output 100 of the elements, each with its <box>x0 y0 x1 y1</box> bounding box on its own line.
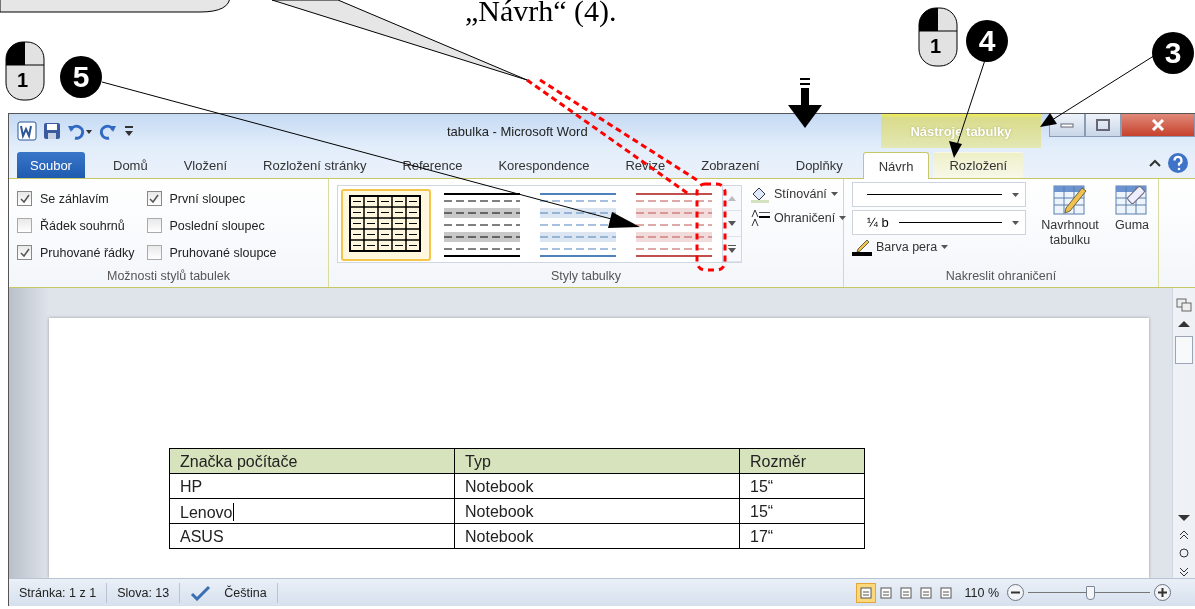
dropdown-arrow-icon[interactable] <box>941 245 949 249</box>
dropdown-arrow-icon[interactable] <box>839 216 847 220</box>
ribbon-tab[interactable]: Zobrazení <box>685 152 776 178</box>
checkbox[interactable]: Řádek souhrnů <box>17 212 135 239</box>
ribbon-tab[interactable]: Korespondence <box>482 152 606 178</box>
file-tab[interactable]: Soubor <box>17 152 85 178</box>
scroll-down-icon[interactable] <box>1178 514 1190 522</box>
ribbon-tab[interactable]: Vložení <box>167 152 244 178</box>
undo-icon[interactable] <box>67 122 93 140</box>
table-cell: Lenovo <box>169 498 455 524</box>
word-count: Slova: 13 <box>107 582 181 603</box>
down-arrow <box>788 78 822 128</box>
table-cell: Notebook <box>454 473 740 499</box>
step-number: 4 <box>966 20 1008 62</box>
proofing-icon[interactable] <box>190 584 213 601</box>
line-weight-dropdown[interactable]: ¼ b <box>852 210 1026 235</box>
ribbon-tab[interactable]: Návrh <box>862 152 930 179</box>
shading-button[interactable]: Stínování <box>750 185 847 203</box>
checkbox[interactable]: Pruhované sloupce <box>146 239 277 266</box>
page-view-icon <box>920 586 933 599</box>
ribbon-tab[interactable]: Rozložení stránky <box>247 152 383 178</box>
next-page-icon[interactable] <box>1179 566 1189 578</box>
table-cell: 17“ <box>739 523 865 549</box>
up-arrow-icon <box>728 195 736 201</box>
scrollbar-thumb[interactable] <box>1175 336 1193 364</box>
borders-button[interactable]: Ohraničení <box>750 209 847 227</box>
dropdown-arrow-icon[interactable] <box>1012 192 1019 197</box>
header-cell: Rozměr <box>739 448 865 474</box>
save-icon[interactable] <box>43 122 61 140</box>
word-logo-icon[interactable] <box>17 121 37 141</box>
table-pencil-icon <box>1052 182 1088 216</box>
scroll-down-button[interactable] <box>723 211 741 237</box>
view-button[interactable] <box>856 582 877 603</box>
maximize-icon <box>1096 119 1110 131</box>
contextual-tab-group: Nástroje tabulky <box>881 114 1041 148</box>
ribbon-tab[interactable]: Domů <box>97 152 164 178</box>
step-number: 3 <box>1152 32 1194 74</box>
mouse-icon <box>5 41 45 101</box>
group-label: Nakreslit ohraničení <box>945 269 1057 285</box>
page-view-icon <box>880 586 893 599</box>
ribbon-tab[interactable]: Doplňky <box>779 152 859 178</box>
collapse-ribbon-icon[interactable] <box>1149 158 1161 168</box>
close-icon <box>1151 119 1165 131</box>
page-view-icon <box>900 586 913 599</box>
page-view-icon <box>860 586 873 599</box>
table-cell: Notebook <box>454 498 740 524</box>
pen-icon <box>852 238 872 256</box>
help-icon[interactable] <box>1167 152 1189 174</box>
table-style-option[interactable] <box>341 189 431 261</box>
table-cell: HP <box>169 473 455 499</box>
pen-color-button[interactable]: Barva pera <box>852 238 1026 256</box>
mouse-icon <box>918 7 958 67</box>
text-cursor <box>232 502 234 521</box>
group-label: Styly tabulky <box>550 269 622 285</box>
zoom-in-button[interactable] <box>1154 584 1171 601</box>
table-cell: Notebook <box>454 523 740 549</box>
paint-bucket-icon <box>750 185 770 203</box>
header-cell: Značka počítače <box>169 448 455 474</box>
maximize-button[interactable] <box>1085 114 1121 137</box>
draw-table-button[interactable]: Navrhnout tabulku <box>1034 182 1106 269</box>
minimize-icon <box>1060 122 1074 128</box>
redo-icon[interactable] <box>99 122 117 140</box>
browse-object-icon[interactable] <box>1179 548 1189 558</box>
checkmark-icon <box>19 193 30 204</box>
more-arrow-icon <box>728 244 736 253</box>
previous-page-icon[interactable] <box>1179 530 1189 540</box>
language-label[interactable]: Čeština <box>224 585 267 600</box>
checkmark-icon <box>19 247 30 258</box>
scroll-up-icon[interactable] <box>1178 320 1190 328</box>
zoom-out-button[interactable] <box>1007 584 1024 601</box>
minimize-button[interactable] <box>1049 114 1085 137</box>
scroll-up-button[interactable] <box>723 186 741 212</box>
close-button[interactable] <box>1121 114 1195 137</box>
mouse-button-number: 1 <box>17 69 29 91</box>
checkbox[interactable]: První sloupec <box>146 185 277 212</box>
dropdown-arrow-icon[interactable] <box>830 192 838 196</box>
table-cell: 15“ <box>739 498 865 524</box>
dropdown-arrow-icon[interactable] <box>1012 220 1019 225</box>
window-title: tabulka - Microsoft Word <box>446 123 589 139</box>
zoom-level[interactable]: 110 % <box>956 585 1007 600</box>
line-style-dropdown[interactable] <box>852 182 1026 207</box>
checkbox[interactable]: Se záhlavím <box>17 185 135 212</box>
ribbon-tab[interactable]: Rozložení <box>933 152 1024 178</box>
checkbox[interactable]: Pruhované řádky <box>17 239 135 266</box>
table-cell: 15“ <box>739 473 865 499</box>
eraser-button[interactable]: Guma <box>1114 182 1150 269</box>
step-number: 5 <box>60 56 102 98</box>
mouse-button-number: 1 <box>930 35 942 57</box>
header-cell: Typ <box>454 448 740 474</box>
page-count: Stránka: 1 z 1 <box>9 582 108 603</box>
group-label: Možnosti stylů tabulek <box>107 269 230 285</box>
checkbox[interactable]: Poslední sloupec <box>146 212 277 239</box>
borders-icon <box>750 209 770 227</box>
down-arrow-icon <box>728 221 736 226</box>
ruler-toggle-icon[interactable] <box>1176 296 1192 312</box>
checkmark-icon <box>149 193 159 204</box>
table-cell: ASUS <box>169 523 455 549</box>
caption-text: „Návrh“ (4). <box>465 0 617 26</box>
page-view-icon <box>940 586 953 599</box>
ribbon-tab[interactable]: Reference <box>386 152 479 178</box>
